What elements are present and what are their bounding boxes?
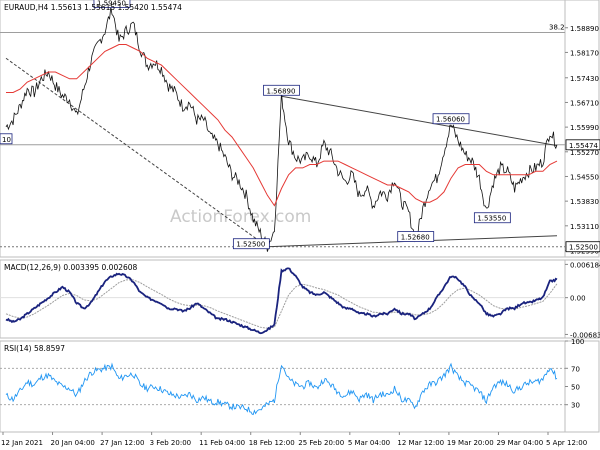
price-annotation-label: 1.56890 [267, 87, 296, 95]
x-tick-label: 5 Apr 12:00 [546, 439, 587, 447]
price-annotation-label: 1.52680 [401, 234, 430, 242]
x-tick-label: 12 Jan 2021 [1, 439, 43, 447]
rsi-y-tick-label: 30 [571, 402, 580, 410]
x-axis: 12 Jan 2021 20 Jan 04:00 27 Jan 12:00 3 Feb… [1, 432, 587, 447]
watermark: ActionForex.com [170, 207, 311, 227]
x-tick-label: 3 Feb 20:00 [150, 439, 191, 447]
macd-y-tick-label: 0.00 [570, 295, 586, 303]
left-edge-label: 10 [2, 136, 11, 144]
price-y-tick-label: 1.53830 [570, 198, 599, 206]
price-y-tick-label: 1.54550 [570, 173, 599, 181]
rsi-header: RSI(14) 58.8597 [4, 344, 65, 353]
rsi-y-tick-label: 50 [571, 384, 580, 392]
support-tag-label: 1.52500 [569, 244, 598, 252]
price-header: EURAUD,H4 1.55613 1.55615 1.55420 1.5547… [4, 3, 182, 12]
x-tick-label: 29 Mar 04:00 [496, 439, 543, 447]
price-y-tick-label: 1.53110 [570, 223, 599, 231]
macd-panel: 0.0061840.00-0.006837MACD(12,26,9) 0.003… [0, 259, 600, 339]
x-tick-label: 19 Mar 20:00 [447, 439, 494, 447]
rsi-y-tick-label: 70 [571, 365, 580, 373]
price-annotation-label: 1.52500 [236, 241, 265, 249]
price-y-tick-label: 1.56710 [570, 99, 599, 107]
x-tick-label: 12 Mar 12:00 [397, 439, 444, 447]
price-annotation-label: 1.53550 [477, 215, 506, 223]
macd-y-tick-label: 0.006184 [570, 261, 600, 269]
price-y-tick-label: 1.58170 [570, 49, 599, 57]
rsi-panel: 100 70 50 30 RSI(14) 58.8597 [0, 338, 600, 433]
rsi-y-tick-label: 100 [571, 338, 584, 346]
chart-svg: ActionForex.com 1.58890 1.58170 1.57430 1.56… [0, 0, 600, 447]
x-tick-label: 11 Feb 04:00 [199, 439, 245, 447]
price-panel: ActionForex.com 1.58890 1.58170 1.57430 1.56… [0, 0, 600, 258]
price-y-tick-label: 1.55990 [570, 124, 599, 132]
x-tick-label: 20 Jan 04:00 [51, 439, 95, 447]
x-tick-label: 5 Mar 04:00 [348, 439, 390, 447]
current-price-tag-label: 1.55474 [569, 142, 598, 150]
x-tick-label: 25 Feb 20:00 [298, 439, 344, 447]
price-annotation-label: 1.56060 [436, 116, 465, 124]
fib-38-label: 38.2 [549, 24, 565, 32]
price-y-tick-label: 1.57430 [570, 75, 599, 83]
x-tick-label: 18 Feb 12:00 [249, 439, 295, 447]
macd-header: MACD(12,26,9) 0.003395 0.002608 [4, 263, 138, 272]
x-tick-label: 27 Jan 12:00 [100, 439, 144, 447]
price-y-tick-label: 1.58890 [570, 25, 599, 33]
